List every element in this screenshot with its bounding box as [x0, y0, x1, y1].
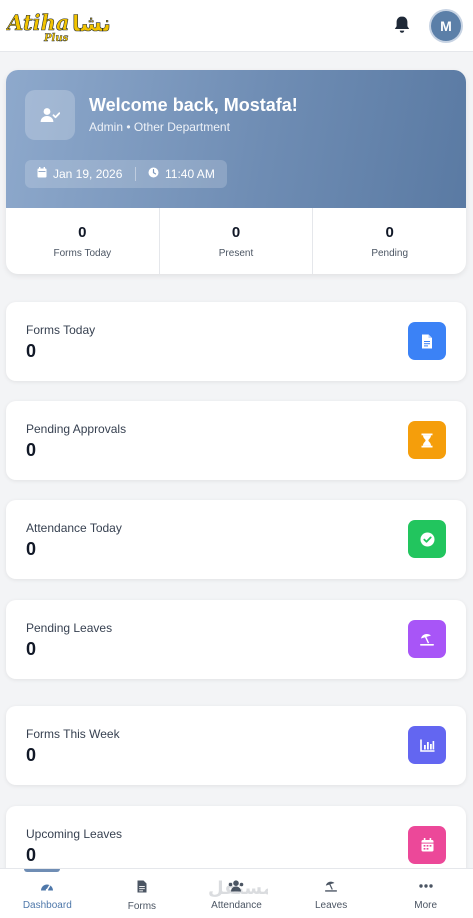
top-bar: Atiha Plus انشا M [0, 0, 473, 52]
stat-pending: 0 Pending [313, 208, 466, 274]
card-pending-approvals[interactable]: Pending Approvals 0 [6, 401, 466, 480]
card-label: Pending Approvals [26, 422, 127, 436]
summary-stats: 0 Forms Today 0 Present 0 Pending [6, 208, 466, 274]
stat-label: Pending [371, 248, 409, 259]
check-circle-icon [408, 520, 446, 558]
document-icon [408, 322, 446, 360]
current-time: 11:40 AM [165, 167, 215, 181]
nav-label: Forms [127, 901, 157, 912]
welcome-banner: Welcome back, Mostafa! Admin • Other Dep… [6, 70, 466, 208]
nav-label: Leaves [314, 900, 348, 911]
calendar-icon [37, 167, 47, 181]
card-label: Attendance Today [26, 521, 122, 535]
chip-divider [135, 167, 136, 181]
nav-attendance[interactable]: Attendance [189, 869, 284, 918]
hourglass-icon [408, 421, 446, 459]
chart-bar-icon [408, 726, 446, 764]
card-value: 0 [26, 845, 37, 865]
card-label: Pending Leaves [26, 621, 113, 635]
card-value: 0 [26, 539, 37, 559]
calendar-icon [408, 826, 446, 864]
nav-label: Attendance [211, 900, 262, 911]
users-icon [228, 880, 244, 895]
svg-text:Plus: Plus [43, 33, 69, 44]
bell-icon[interactable] [393, 15, 411, 35]
stat-value: 0 [78, 224, 87, 241]
datetime-chip: Jan 19, 2026 11:40 AM [25, 160, 227, 188]
nav-forms[interactable]: Forms [95, 869, 190, 918]
welcome-title: Welcome back, Mostafa! [89, 95, 298, 115]
ellipsis-icon [418, 880, 433, 895]
stat-label: Present [218, 248, 254, 259]
current-date: Jan 19, 2026 [53, 167, 123, 181]
card-attendance-today[interactable]: Attendance Today 0 [6, 500, 466, 579]
card-value: 0 [26, 745, 37, 765]
nav-label: Dashboard [22, 900, 72, 911]
stat-label: Forms Today [53, 248, 112, 259]
stat-value: 0 [231, 224, 241, 241]
svg-text:انشا: انشا [72, 12, 112, 37]
nav-dashboard[interactable]: Dashboard [0, 869, 95, 918]
card-forms-today[interactable]: Forms Today 0 [6, 302, 466, 381]
bottom-navigation: Dashboard Forms Attendance Leaves More [0, 868, 473, 918]
card-pending-leaves[interactable]: Pending Leaves 0 [6, 600, 466, 679]
umbrella-beach-icon [408, 620, 446, 658]
nav-leaves[interactable]: Leaves [284, 869, 379, 918]
welcome-card: Welcome back, Mostafa! Admin • Other Dep… [6, 70, 466, 274]
umbrella-beach-icon [324, 880, 338, 895]
stat-forms-today: 0 Forms Today [6, 208, 160, 274]
stat-present: 0 Present [160, 208, 314, 274]
app-logo[interactable]: Atiha Plus انشا [5, 4, 119, 45]
card-value: 0 [26, 639, 37, 659]
avatar[interactable]: M [431, 11, 461, 41]
user-check-icon [25, 90, 75, 140]
nav-label: More [414, 900, 438, 911]
clock-icon [148, 167, 159, 181]
card-forms-this-week[interactable]: Forms This Week 0 [6, 706, 466, 785]
card-label: Upcoming Leaves [26, 827, 123, 841]
file-icon [137, 880, 147, 896]
user-role: Admin • Other Department [89, 120, 230, 134]
card-value: 0 [26, 341, 37, 361]
card-label: Forms This Week [26, 727, 120, 741]
svg-text:Atiha: Atiha [6, 10, 69, 35]
card-label: Forms Today [26, 323, 96, 337]
nav-more[interactable]: More [378, 869, 473, 918]
gauge-icon [40, 880, 54, 895]
card-value: 0 [26, 440, 37, 460]
stat-value: 0 [385, 224, 394, 241]
